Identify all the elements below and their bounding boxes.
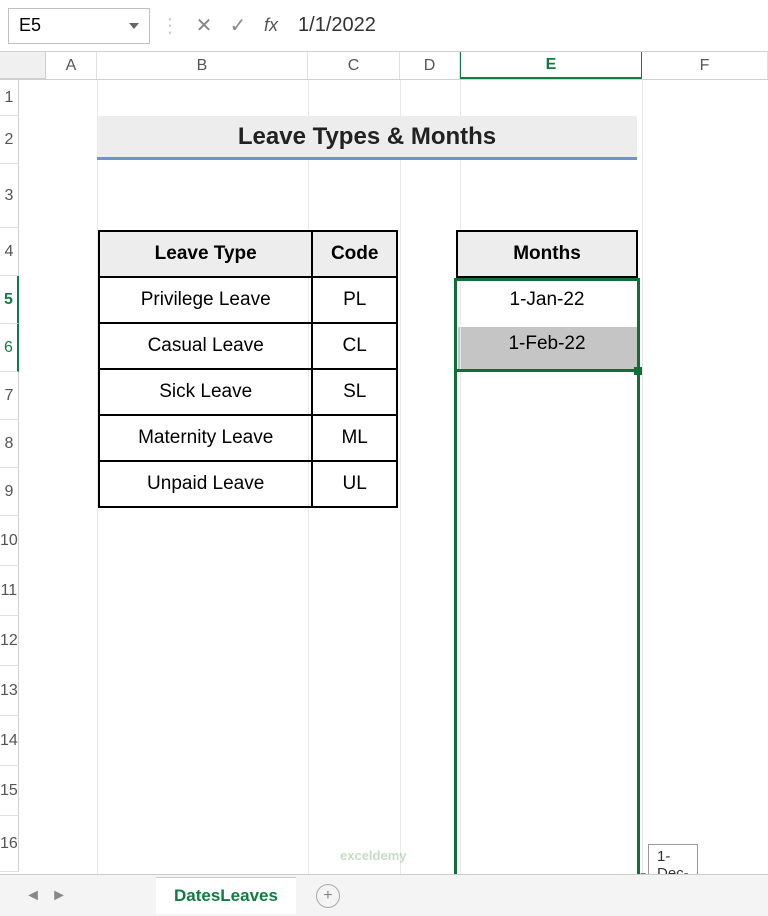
col-header-d[interactable]: D bbox=[400, 52, 460, 79]
formula-input[interactable] bbox=[290, 8, 760, 44]
cell[interactable]: Sick Leave bbox=[99, 369, 312, 415]
cell[interactable]: Maternity Leave bbox=[99, 415, 312, 461]
cell[interactable]: SL bbox=[312, 369, 397, 415]
formula-bar: E5 ⋮ ✕ ✓ fx bbox=[0, 0, 768, 52]
cell[interactable]: Casual Leave bbox=[99, 323, 312, 369]
row-header-7[interactable]: 7 bbox=[0, 372, 19, 420]
row-header-11[interactable]: 11 bbox=[0, 566, 19, 616]
page-title: Leave Types & Months bbox=[97, 116, 637, 160]
row-header-1[interactable]: 1 bbox=[0, 80, 19, 116]
cell[interactable]: Unpaid Leave bbox=[99, 461, 312, 507]
row-header-8[interactable]: 8 bbox=[0, 420, 19, 468]
cell-e6[interactable]: 1-Feb-22 bbox=[457, 322, 637, 366]
col-header-c[interactable]: C bbox=[308, 52, 400, 79]
cancel-icon[interactable]: ✕ bbox=[190, 12, 218, 40]
check-icon[interactable]: ✓ bbox=[224, 12, 252, 40]
row-header-5[interactable]: 5 bbox=[0, 276, 19, 324]
cell[interactable]: CL bbox=[312, 323, 397, 369]
table-row: Privilege LeavePL bbox=[99, 277, 397, 323]
code-header[interactable]: Code bbox=[312, 231, 397, 277]
table-row: Maternity LeaveML bbox=[99, 415, 397, 461]
add-sheet-button[interactable]: + bbox=[316, 884, 340, 908]
row-header-3[interactable]: 3 bbox=[0, 164, 19, 228]
cell[interactable]: PL bbox=[312, 277, 397, 323]
prev-sheet-icon[interactable]: ◄ bbox=[24, 887, 42, 905]
table-row: Unpaid LeaveUL bbox=[99, 461, 397, 507]
months-header[interactable]: Months bbox=[457, 231, 637, 277]
table-header-row: Leave Type Code bbox=[99, 231, 397, 277]
row-header-16[interactable]: 16 bbox=[0, 816, 19, 872]
row-header-6[interactable]: 6 bbox=[0, 324, 19, 372]
fx-icon[interactable]: fx bbox=[264, 15, 278, 36]
cell-e5[interactable]: 1-Jan-22 bbox=[457, 277, 637, 322]
row-header-15[interactable]: 15 bbox=[0, 766, 19, 816]
fill-handle[interactable] bbox=[634, 367, 642, 375]
cell[interactable]: ML bbox=[312, 415, 397, 461]
row-header-13[interactable]: 13 bbox=[0, 666, 19, 716]
leave-type-table: Leave Type Code Privilege LeavePL Casual… bbox=[98, 230, 398, 508]
row-header-2[interactable]: 2 bbox=[0, 116, 19, 164]
name-box-value: E5 bbox=[19, 15, 41, 36]
col-header-f[interactable]: F bbox=[642, 52, 768, 79]
cell[interactable]: UL bbox=[312, 461, 397, 507]
row-header-12[interactable]: 12 bbox=[0, 616, 19, 666]
table-row: Casual LeaveCL bbox=[99, 323, 397, 369]
watermark: exceldemy bbox=[340, 848, 407, 863]
table-row: Sick LeaveSL bbox=[99, 369, 397, 415]
fill-drag-outline bbox=[454, 278, 640, 881]
leave-type-header[interactable]: Leave Type bbox=[99, 231, 312, 277]
months-table: Months 1-Jan-22 1-Feb-22 bbox=[456, 230, 638, 366]
row-header-4[interactable]: 4 bbox=[0, 228, 19, 276]
column-headers: A B C D E F bbox=[0, 52, 768, 80]
col-header-e[interactable]: E bbox=[460, 52, 642, 79]
cell[interactable]: Privilege Leave bbox=[99, 277, 312, 323]
col-header-b[interactable]: B bbox=[97, 52, 308, 79]
row-header-9[interactable]: 9 bbox=[0, 468, 19, 516]
name-box[interactable]: E5 bbox=[8, 8, 150, 44]
sheet-tab-datesleaves[interactable]: DatesLeaves bbox=[156, 877, 296, 914]
row-header-14[interactable]: 14 bbox=[0, 716, 19, 766]
row-header-10[interactable]: 10 bbox=[0, 516, 19, 566]
sheet-tab-bar: ◄ ► DatesLeaves + bbox=[0, 874, 768, 916]
col-header-a[interactable]: A bbox=[46, 52, 97, 79]
next-sheet-icon[interactable]: ► bbox=[50, 887, 68, 905]
separator: ⋮ bbox=[160, 13, 180, 38]
select-all-corner[interactable] bbox=[0, 52, 46, 79]
